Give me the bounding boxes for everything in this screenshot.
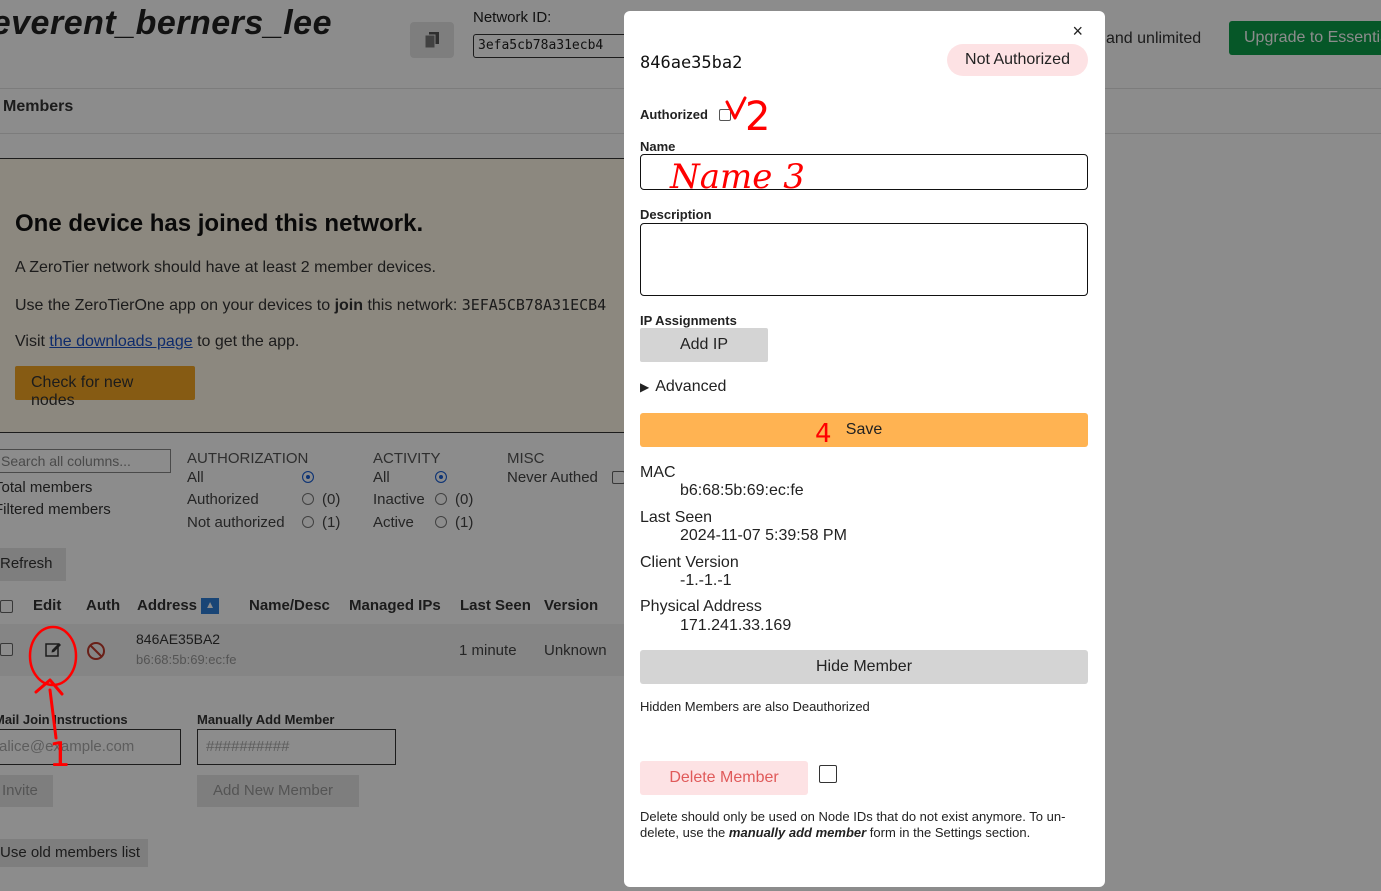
name-label: Name (640, 139, 676, 154)
physical-address-value: 171.241.33.169 (680, 617, 792, 634)
hide-member-button[interactable]: Hide Member (640, 650, 1088, 684)
description-field[interactable] (640, 223, 1088, 296)
physical-address-label: Physical Address (640, 598, 762, 615)
advanced-toggle[interactable]: ▶ Advanced (640, 378, 726, 396)
member-edit-dialog: × 846ae35ba2 Not Authorized Authorized N… (624, 11, 1105, 887)
client-version-value: -1.-1.-1 (680, 572, 732, 589)
member-id: 846ae35ba2 (640, 53, 743, 73)
authorized-checkbox[interactable] (719, 109, 731, 121)
delete-note: Delete should only be used on Node IDs t… (640, 809, 1066, 840)
mac-label: MAC (640, 464, 676, 481)
delete-confirm-checkbox[interactable] (819, 765, 837, 783)
save-button[interactable]: Save (640, 413, 1088, 447)
status-badge: Not Authorized (947, 44, 1088, 76)
hide-member-note: Hidden Members are also Deauthorized (640, 699, 870, 714)
client-version-label: Client Version (640, 554, 739, 571)
last-seen-value: 2024-11-07 5:39:58 PM (680, 527, 847, 544)
last-seen-label: Last Seen (640, 509, 713, 526)
close-icon[interactable]: × (1072, 21, 1083, 42)
description-label: Description (640, 207, 712, 222)
add-ip-button[interactable]: Add IP (640, 328, 768, 362)
triangle-right-icon: ▶ (640, 380, 650, 394)
name-field[interactable] (640, 154, 1088, 190)
authorized-label: Authorized (640, 107, 708, 122)
ip-assignments-label: IP Assignments (640, 313, 737, 328)
delete-member-button[interactable]: Delete Member (640, 761, 808, 795)
mac-value: b6:68:5b:69:ec:fe (680, 482, 804, 499)
